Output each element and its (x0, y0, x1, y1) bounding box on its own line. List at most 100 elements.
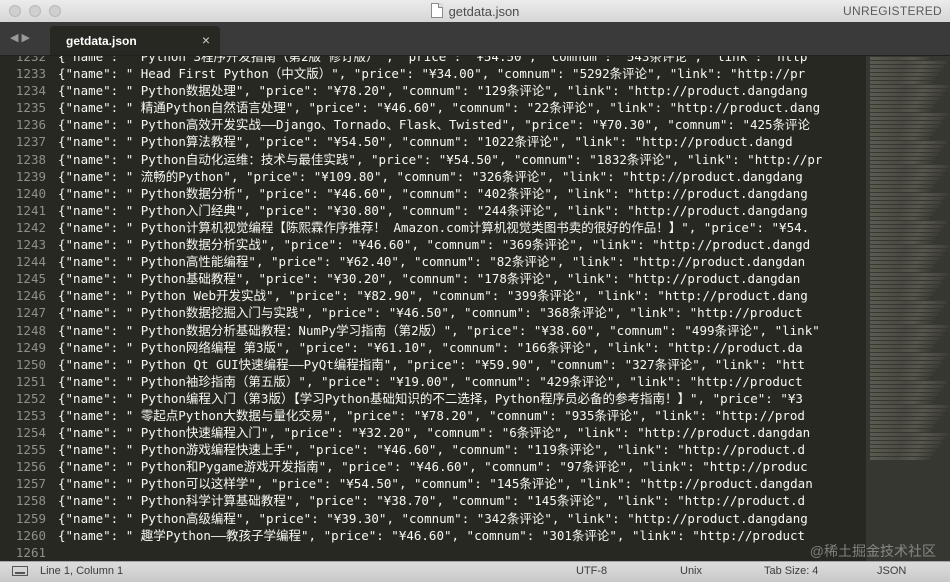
line-number: 1236 (15, 117, 46, 133)
license-status: UNREGISTERED (843, 4, 942, 18)
code-line[interactable]: {"name": " Python科学计算基础教程", "price": "¥3… (58, 492, 866, 509)
minimap-row (870, 417, 940, 420)
code-line[interactable]: {"name": " Python算法教程", "price": "¥54.50… (58, 133, 866, 150)
code-line[interactable]: {"name": " Python基础教程", "price": "¥30.20… (58, 270, 866, 287)
minimap-row (870, 181, 937, 184)
minimap-row (870, 237, 935, 240)
code-line[interactable]: {"name": " Python数据分析实战", "price": "¥46.… (58, 236, 866, 253)
minimap-row (870, 233, 938, 236)
minimap-row (870, 57, 930, 60)
watermark: @稀土掘金技术社区 (809, 543, 936, 559)
minimap-row (870, 173, 943, 176)
minimap-row (870, 333, 943, 336)
minimap-row (870, 105, 934, 108)
line-number: 1241 (15, 202, 46, 218)
window-title-group: getdata.json (0, 3, 950, 19)
cursor-position[interactable]: Line 1, Column 1 (40, 565, 123, 577)
code-line[interactable]: {"name": " Python编程入门（第3版）【学习Python基础知识的… (58, 390, 866, 407)
line-number: 1233 (15, 66, 46, 82)
minimap-row (870, 369, 936, 372)
minimap-row (870, 241, 932, 244)
title-bar: getdata.json UNREGISTERED (0, 0, 950, 23)
code-line[interactable]: {"name": " Python Qt GUI快速编程——PyQt编程指南",… (58, 356, 866, 373)
line-number: 1260 (15, 527, 46, 543)
minimap-row (870, 205, 939, 208)
line-number: 1252 (15, 390, 46, 406)
code-line[interactable]: {"name": " Python高性能编程", "price": "¥62.4… (58, 253, 866, 270)
minimap-row (870, 145, 944, 148)
code-line[interactable]: {"name": " Python计算机视觉编程【陈熙霖作序推荐！ Amazon… (58, 219, 866, 236)
code-line[interactable]: {"name": " Python游戏编程快速上手", "price": "¥4… (58, 441, 866, 458)
code-line[interactable]: {"name": " 精通Python自然语言处理", "price": "¥4… (58, 99, 866, 116)
minimap-row (870, 357, 945, 360)
minimap-row (870, 217, 930, 220)
code-line[interactable]: {"name": " Python可以这样学", "price": "¥54.5… (58, 475, 866, 492)
line-number: 1249 (15, 339, 46, 355)
minimap-row (870, 201, 942, 204)
minimap-row (870, 185, 934, 188)
code-line[interactable]: {"name": " Python Web开发实战", "price": "¥8… (58, 287, 866, 304)
code-line[interactable]: {"name": " 流畅的Python", "price": "¥109.80… (58, 168, 866, 185)
minimap-row (870, 389, 941, 392)
minimap-row (870, 437, 945, 440)
code-line[interactable]: {"name": " Python入门经典", "price": "¥30.80… (58, 202, 866, 219)
line-number: 1245 (15, 271, 46, 287)
minimap-row (870, 289, 936, 292)
minimap-row (870, 113, 948, 116)
line-number: 1248 (15, 322, 46, 338)
code-line[interactable]: {"name": " Python 3程序开发指南（第2版 修订版）", "pr… (58, 56, 866, 65)
panel-toggle-icon[interactable] (12, 566, 28, 576)
minimap-row (870, 253, 943, 256)
code-area[interactable]: {"name": " Python 3程序开发指南（第2版 修订版）", "pr… (58, 56, 866, 561)
back-arrow-icon[interactable]: ◀ (10, 32, 21, 44)
line-number: 1232 (15, 56, 46, 64)
minimap-row (870, 193, 948, 196)
minimap[interactable] (866, 56, 950, 561)
line-number: 1244 (15, 254, 46, 270)
tab-getdata-json[interactable]: getdata.json × (50, 26, 220, 55)
forward-arrow-icon[interactable]: ▶ (21, 32, 32, 44)
code-line[interactable]: {"name": " Python袖珍指南（第五版）", "price": "¥… (58, 373, 866, 390)
code-line[interactable]: {"name": " Python快速编程入门", "price": "¥32.… (58, 424, 866, 441)
minimap-row (870, 341, 937, 344)
status-bar: Line 1, Column 1 UTF-8 Unix Tab Size: 4 … (0, 561, 950, 582)
code-line[interactable]: {"name": " 零起点Python大数据与量化交易", "price": … (58, 407, 866, 424)
code-line[interactable]: {"name": " Python数据处理", "price": "¥78.20… (58, 82, 866, 99)
minimap-row (870, 445, 939, 448)
code-line[interactable]: {"name": " Python高级编程", "price": "¥39.30… (58, 510, 866, 527)
line-number: 1243 (15, 237, 46, 253)
code-line[interactable]: {"name": " Python高效开发实战——Django、Tornado、… (58, 116, 866, 133)
line-endings-indicator[interactable]: Unix (680, 565, 702, 577)
minimap-row (870, 257, 940, 260)
minimap-row (870, 89, 946, 92)
minimap-row (870, 121, 942, 124)
code-line[interactable]: {"name": " Python数据挖掘入门与实践", "price": "¥… (58, 304, 866, 321)
minimap-row (870, 225, 944, 228)
code-line[interactable]: {"name": " 趣学Python——教孩子学编程", "price": "… (58, 527, 866, 544)
minimap-row (870, 77, 935, 80)
text-editor[interactable]: 1232 1233 1234 1235 1236 1237 1238 1239 1240 1241… (0, 56, 866, 561)
minimap-row (870, 133, 933, 136)
syntax-indicator[interactable]: JSON (877, 565, 906, 577)
line-number: 1238 (15, 151, 46, 167)
tab-size-indicator[interactable]: Tab Size: 4 (764, 565, 818, 577)
minimap-row (870, 409, 946, 412)
minimap-row (870, 425, 934, 428)
minimap-row (870, 385, 944, 388)
tab-close-icon[interactable]: × (202, 32, 210, 48)
tab-navigation: ◀▶ (10, 31, 33, 44)
line-number: 1242 (15, 219, 46, 235)
code-line[interactable]: {"name": " Python数据分析", "price": "¥46.60… (58, 185, 866, 202)
code-line[interactable]: {"name": " Head First Python（中文版）", "pri… (58, 65, 866, 82)
minimap-row (870, 325, 949, 328)
line-number: 1237 (15, 134, 46, 150)
code-line[interactable] (58, 544, 866, 561)
line-number: 1261 (15, 544, 46, 560)
minimap-row (870, 161, 932, 164)
code-line[interactable]: {"name": " Python自动化运维：技术与最佳实践", "price"… (58, 151, 866, 168)
line-number: 1239 (15, 168, 46, 184)
encoding-indicator[interactable]: UTF-8 (576, 565, 607, 577)
code-line[interactable]: {"name": " Python数据分析基础教程：NumPy学习指南（第2版）… (58, 322, 866, 339)
code-line[interactable]: {"name": " Python和Pygame游戏开发指南", "price"… (58, 458, 866, 475)
code-line[interactable]: {"name": " Python网络编程 第3版", "price": "¥6… (58, 339, 866, 356)
